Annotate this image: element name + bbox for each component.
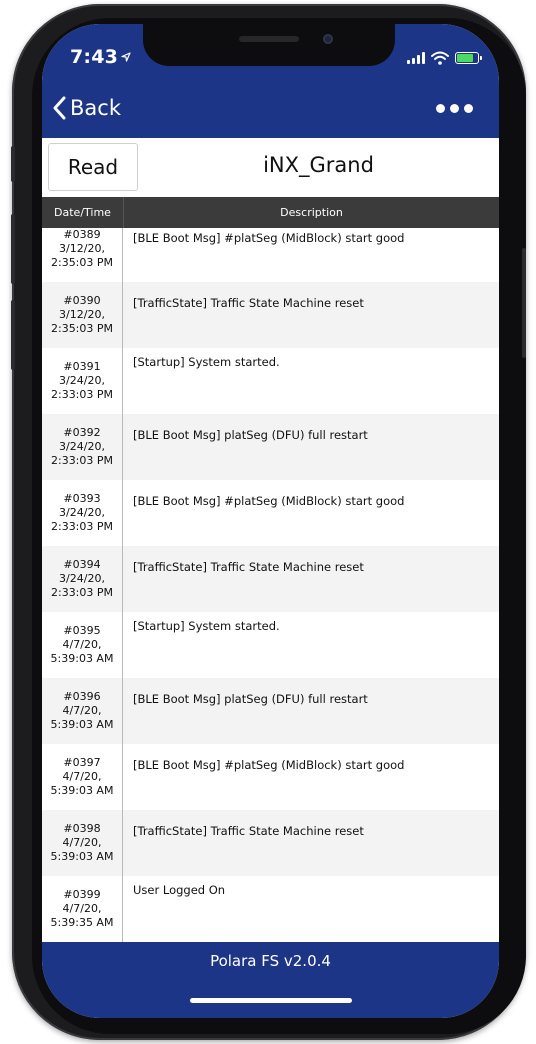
row-id: #0393 (63, 492, 101, 505)
ellipsis-icon[interactable] (436, 104, 473, 113)
row-datetime: #0389 3/12/20, 2:35:03 PM (42, 228, 123, 282)
row-date: 4/7/20, (62, 704, 102, 717)
table-row: #0391 3/24/20, 2:33:03 PM [Startup] Syst… (42, 348, 499, 414)
row-id: #0394 (63, 558, 101, 571)
location-arrow-icon (121, 52, 131, 62)
row-description: [TrafficState] Traffic State Machine res… (133, 560, 364, 574)
row-date: 3/12/20, (59, 242, 105, 255)
app-screen: 7:43 Back Read iNX_Grand Date/Time Descr… (42, 24, 499, 1018)
table-row: #0395 4/7/20, 5:39:03 AM [Startup] Syste… (42, 612, 499, 678)
row-datetime: #0392 3/24/20, 2:33:03 PM (42, 414, 123, 480)
row-datetime: #0398 4/7/20, 5:39:03 AM (42, 810, 123, 876)
battery-charging-icon (455, 52, 482, 64)
row-datetime: #0395 4/7/20, 5:39:03 AM (42, 612, 123, 678)
table-row: #0396 4/7/20, 5:39:03 AM [BLE Boot Msg] … (42, 678, 499, 744)
row-description: [BLE Boot Msg] #platSeg (MidBlock) start… (133, 231, 405, 245)
log-list[interactable]: #0389 3/12/20, 2:35:03 PM [BLE Boot Msg]… (42, 228, 499, 942)
row-time: 2:35:03 PM (50, 322, 114, 335)
row-description: [BLE Boot Msg] #platSeg (MidBlock) start… (133, 494, 405, 508)
navigation-bar: Back (42, 84, 499, 138)
row-id: #0392 (63, 426, 101, 439)
signal-icon (407, 52, 425, 64)
row-description: User Logged On (133, 883, 226, 897)
phone-power-button (522, 248, 526, 358)
row-date: 4/7/20, (62, 638, 102, 651)
back-label: Back (70, 96, 121, 120)
row-id: #0391 (63, 360, 101, 373)
table-header: Date/Time Description (42, 197, 499, 228)
table-row: #0393 3/24/20, 2:33:03 PM [BLE Boot Msg]… (42, 480, 499, 546)
row-date: 3/24/20, (59, 440, 105, 453)
table-row: #0392 3/24/20, 2:33:03 PM [BLE Boot Msg]… (42, 414, 499, 480)
phone-mute-switch (11, 146, 15, 182)
status-icons (407, 51, 482, 65)
home-indicator[interactable] (190, 998, 352, 1003)
row-time: 5:39:03 AM (50, 784, 114, 797)
row-time: 5:39:03 AM (50, 850, 114, 863)
status-time-label: 7:43 (70, 46, 119, 68)
row-time: 2:33:03 PM (50, 586, 114, 599)
log-header: Read iNX_Grand (42, 138, 499, 197)
camera-notch (143, 24, 395, 66)
row-id: #0397 (63, 756, 101, 769)
row-datetime: #0394 3/24/20, 2:33:03 PM (42, 546, 123, 612)
app-footer: Polara FS v2.0.4 (42, 942, 499, 1018)
row-date: 4/7/20, (62, 770, 102, 783)
chevron-left-icon (53, 96, 66, 120)
row-date: 4/7/20, (62, 836, 102, 849)
row-time: 5:39:03 AM (50, 718, 114, 731)
row-time: 2:33:03 PM (50, 388, 114, 401)
table-row: #0397 4/7/20, 5:39:03 AM [BLE Boot Msg] … (42, 744, 499, 810)
row-description: [Startup] System started. (133, 355, 280, 369)
read-button[interactable]: Read (48, 143, 138, 191)
row-id: #0389 (63, 228, 101, 241)
row-description: [BLE Boot Msg] #platSeg (MidBlock) start… (133, 758, 405, 772)
row-description: [Startup] System started. (133, 619, 280, 633)
row-datetime: #0391 3/24/20, 2:33:03 PM (42, 348, 123, 414)
row-time: 5:39:03 AM (50, 652, 114, 665)
front-camera (323, 34, 333, 44)
row-datetime: #0397 4/7/20, 5:39:03 AM (42, 744, 123, 810)
phone-volume-down (11, 300, 15, 370)
row-datetime: #0390 3/12/20, 2:35:03 PM (42, 282, 123, 348)
row-time: 5:39:35 AM (50, 916, 114, 929)
row-date: 3/24/20, (59, 374, 105, 387)
row-description: [BLE Boot Msg] platSeg (DFU) full restar… (133, 692, 368, 706)
row-date: 3/24/20, (59, 572, 105, 585)
device-name: iNX_Grand (263, 153, 374, 177)
row-time: 2:35:03 PM (50, 256, 114, 269)
row-id: #0395 (63, 624, 101, 637)
table-row: #0389 3/12/20, 2:35:03 PM [BLE Boot Msg]… (42, 228, 499, 282)
table-row: #0390 3/12/20, 2:35:03 PM [TrafficState]… (42, 282, 499, 348)
row-datetime: #0393 3/24/20, 2:33:03 PM (42, 480, 123, 546)
row-date: 3/12/20, (59, 308, 105, 321)
row-date: 4/7/20, (62, 902, 102, 915)
column-header-datetime: Date/Time (42, 197, 124, 228)
phone-volume-up (11, 214, 15, 284)
row-id: #0398 (63, 822, 101, 835)
row-description: [TrafficState] Traffic State Machine res… (133, 296, 364, 310)
row-id: #0396 (63, 690, 101, 703)
status-time: 7:43 (70, 46, 131, 68)
version-label: Polara FS v2.0.4 (210, 952, 331, 970)
earpiece-speaker (239, 36, 299, 42)
row-datetime: #0399 4/7/20, 5:39:35 AM (42, 876, 123, 942)
wifi-icon (431, 51, 449, 65)
table-row: #0399 4/7/20, 5:39:35 AM User Logged On (42, 876, 499, 942)
row-time: 2:33:03 PM (50, 520, 114, 533)
column-header-description: Description (280, 206, 343, 219)
row-time: 2:33:03 PM (50, 454, 114, 467)
table-row: #0394 3/24/20, 2:33:03 PM [TrafficState]… (42, 546, 499, 612)
row-id: #0390 (63, 294, 101, 307)
row-datetime: #0396 4/7/20, 5:39:03 AM (42, 678, 123, 744)
row-description: [TrafficState] Traffic State Machine res… (133, 824, 364, 838)
row-id: #0399 (63, 888, 101, 901)
row-date: 3/24/20, (59, 506, 105, 519)
back-button[interactable]: Back (52, 96, 121, 120)
table-row: #0398 4/7/20, 5:39:03 AM [TrafficState] … (42, 810, 499, 876)
row-description: [BLE Boot Msg] platSeg (DFU) full restar… (133, 428, 368, 442)
